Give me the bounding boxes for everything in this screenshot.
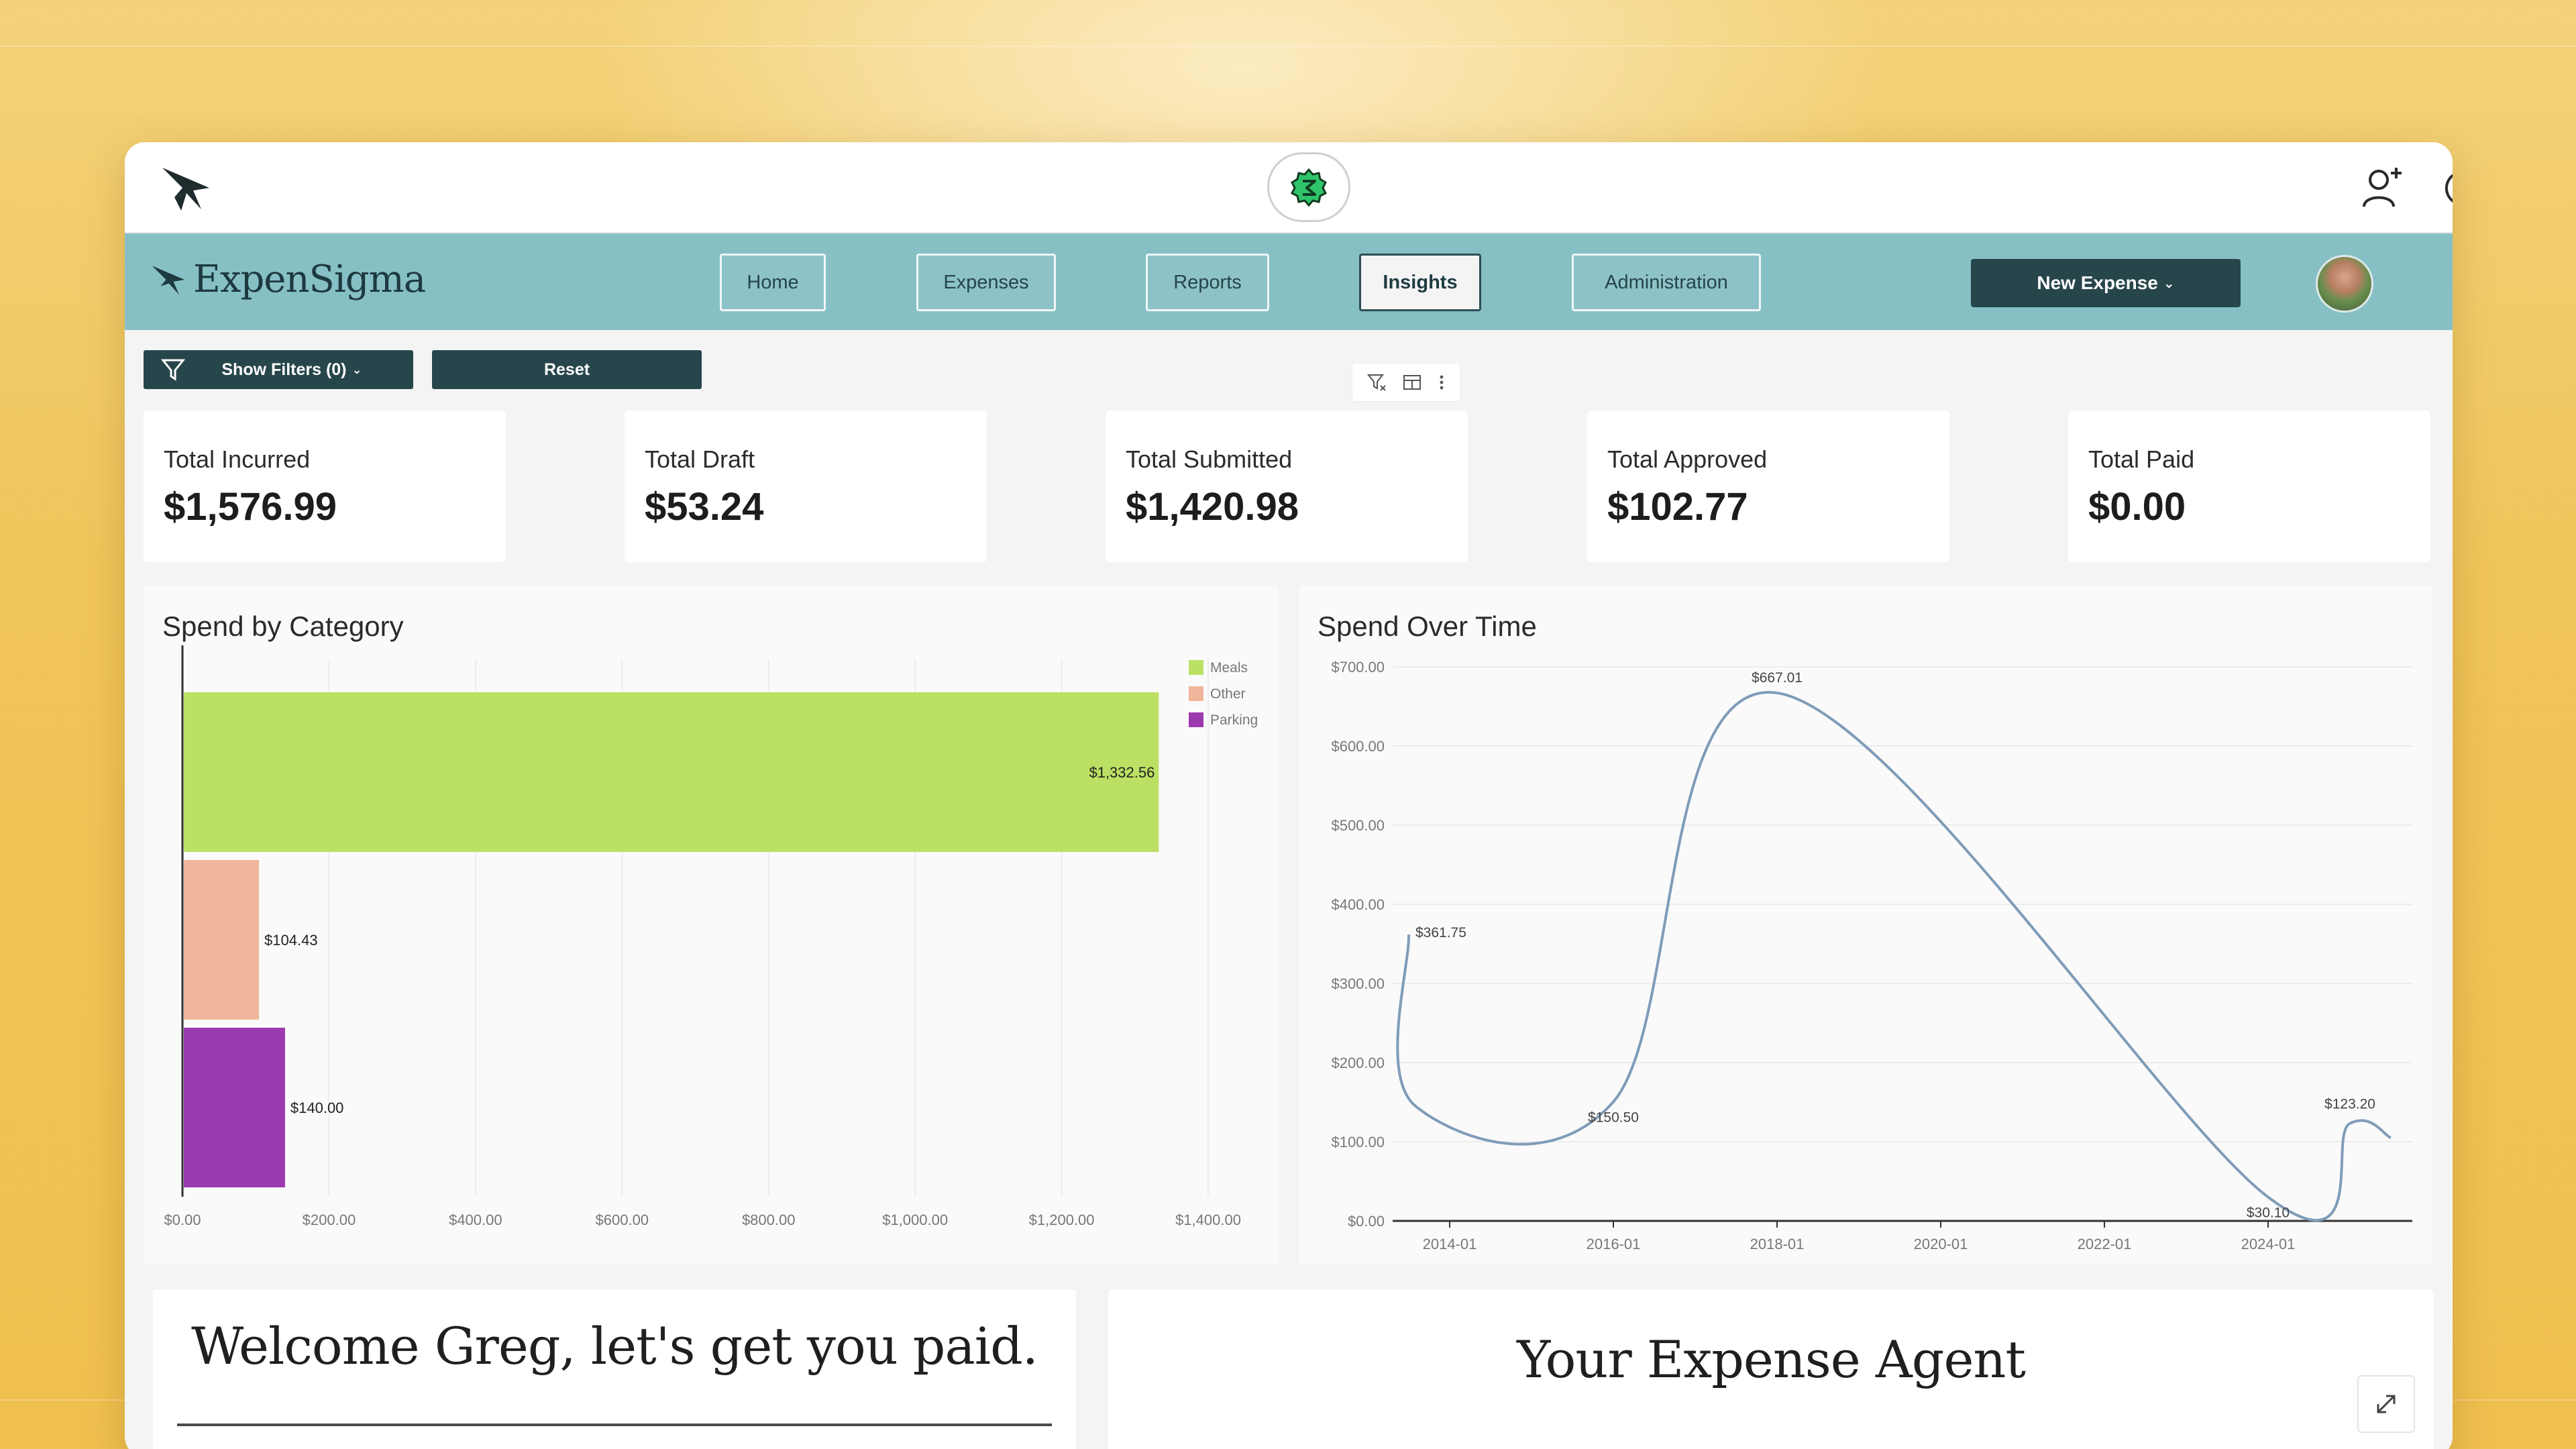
welcome-heading: Welcome Greg, let's get you paid. [191,1316,1038,1376]
sigma-badge-icon [1290,168,1328,207]
kpi-value: $0.00 [2088,485,2186,529]
legend-swatch [1189,712,1203,727]
bar-chart: $0.00 $200.00 $400.00 $600.00 $800.00 $1,000.… [164,645,1258,1228]
new-expense-label: New Expense [2037,272,2158,293]
legend-label: Meals [1210,660,1248,676]
expense-agent-card: Your Expense Agent [1108,1289,2434,1449]
y-tick-label: $100.00 [1331,1134,1385,1150]
kpi-total-approved: Total Approved $102.77 [1587,411,1949,562]
line-chart: $0.00 $100.00 $200.00 $300.00 $400.00 $500.00… [1331,659,2412,1252]
y-tick-label: $500.00 [1331,817,1385,834]
spend-by-category-panel: Spend by Category $0.00 $200.00 $400.00 $60… [144,585,1279,1264]
kpi-value: $1,576.99 [164,485,337,529]
bar-value-label: $140.00 [290,1099,344,1116]
x-tick-label: 2020-01 [1914,1236,1968,1252]
bar-meals [184,692,1159,852]
spend-over-time-panel: Spend Over Time $0.00 $100.00 $200.00 $300.… [1299,585,2432,1264]
x-tick-label: 2014-01 [1423,1236,1477,1252]
legend-swatch [1189,686,1203,701]
x-tick-label: $600.00 [596,1212,649,1228]
y-tick-label: $300.00 [1331,975,1385,992]
nav-administration[interactable]: Administration [1572,254,1761,311]
y-tick-label: $700.00 [1331,659,1385,676]
x-tick-label: 2022-01 [2078,1236,2132,1252]
bar-value-label: $104.43 [264,932,318,949]
legend-label: Parking [1210,712,1258,728]
nav-expenses[interactable]: Expenses [916,254,1056,311]
point-label: $123.20 [2324,1097,2375,1112]
y-tick-label: $600.00 [1331,738,1385,755]
new-expense-button[interactable]: New Expense ⌄ [1971,259,2241,307]
x-tick-label: $1,400.00 [1175,1212,1241,1228]
x-tick-label: $400.00 [449,1212,502,1228]
caret-icon: ⌄ [352,362,362,376]
kpi-label: Total Approved [1607,445,1768,473]
nav-home[interactable]: Home [720,254,826,311]
chart-toolbar [1352,364,1460,401]
show-filters-button[interactable]: Show Filters (0) ⌄ [144,350,413,389]
clear-filter-icon[interactable] [1366,372,1387,392]
kpi-total-incurred: Total Incurred $1,576.99 [144,411,506,562]
x-tick-label: 2016-01 [1587,1236,1641,1252]
bar-value-label: $1,332.56 [1089,764,1155,781]
app-window: ExpenSigma Home Expenses Reports Insight… [125,142,2453,1449]
point-label: $361.75 [1415,925,1466,941]
x-tick-label: $1,200.00 [1029,1212,1095,1228]
background-line [0,46,2576,47]
reset-button[interactable]: Reset [432,350,702,389]
brand[interactable]: ExpenSigma [150,258,426,301]
y-tick-label: $400.00 [1331,896,1385,913]
x-tick-label: $200.00 [303,1212,356,1228]
brand-name: ExpenSigma [193,258,426,301]
welcome-card: Welcome Greg, let's get you paid. [153,1289,1076,1449]
agent-heading: Your Expense Agent [1517,1330,2026,1389]
expand-button[interactable] [2357,1375,2415,1433]
expand-icon [2377,1395,2396,1413]
bird-logo-icon [162,168,209,211]
kpi-label: Total Submitted [1126,445,1293,473]
kpi-label: Total Paid [2088,445,2195,473]
y-tick-label: $200.00 [1331,1055,1385,1071]
point-label: $30.10 [2247,1205,2290,1220]
bar-parking [184,1028,285,1187]
divider [177,1424,1052,1426]
filter-icon [161,359,185,381]
user-avatar[interactable] [2316,255,2373,313]
show-filters-label: Show Filters (0) [221,360,347,379]
kpi-total-submitted: Total Submitted $1,420.98 [1106,411,1468,562]
legend-swatch [1189,660,1203,675]
kpi-label: Total Draft [645,445,755,473]
point-label: $150.50 [1588,1110,1639,1125]
nav-insights[interactable]: Insights [1359,254,1481,311]
nav-reports[interactable]: Reports [1146,254,1269,311]
main-navbar: ExpenSigma Home Expenses Reports Insight… [125,233,2453,330]
table-icon[interactable] [1402,372,1422,392]
more-options-icon[interactable] [1438,372,1446,392]
x-tick-label: $0.00 [164,1212,201,1228]
kpi-value: $102.77 [1607,485,1748,529]
kpi-total-draft: Total Draft $53.24 [625,411,987,562]
browser-top-bar [125,142,2453,233]
legend-label: Other [1210,686,1246,702]
kpi-label: Total Incurred [164,445,311,473]
brand-bird-icon [152,265,185,294]
kpi-total-paid: Total Paid $0.00 [2068,411,2430,562]
refresh-icon[interactable] [2439,164,2453,212]
kpi-value: $1,420.98 [1126,485,1299,529]
point-label: $667.01 [1752,670,1803,686]
bar-other [184,860,260,1020]
add-user-icon[interactable] [2359,164,2407,212]
caret-icon: ⌄ [2163,276,2175,291]
x-tick-label: 2018-01 [1750,1236,1805,1252]
x-tick-label: 2024-01 [2241,1236,2296,1252]
x-tick-label: $800.00 [742,1212,796,1228]
y-tick-label: $0.00 [1348,1213,1385,1230]
extension-button[interactable] [1267,152,1350,222]
kpi-value: $53.24 [645,485,764,529]
x-tick-label: $1,000.00 [882,1212,948,1228]
